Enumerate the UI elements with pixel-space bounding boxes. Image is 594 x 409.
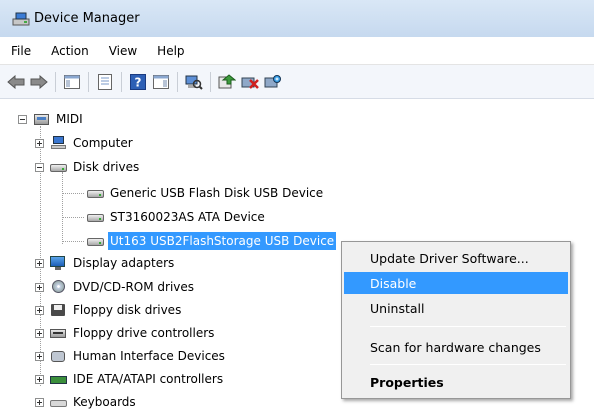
- floppy-controller-icon: [49, 326, 67, 340]
- tree-label: IDE ATA/ATAPI controllers: [73, 372, 224, 386]
- help-icon[interactable]: ?: [128, 72, 148, 92]
- tree-node-floppy-controllers[interactable]: Floppy drive controllers: [35, 322, 216, 344]
- expand-icon[interactable]: [35, 258, 44, 268]
- toolbar-separator: [210, 71, 211, 92]
- menu-separator: [370, 364, 566, 365]
- menu-separator: [370, 326, 566, 327]
- keyboard-icon: [49, 395, 67, 409]
- dvd-drive-icon: [49, 280, 67, 294]
- toolbar-separator: [55, 71, 56, 92]
- tree-label: Human Interface Devices: [73, 349, 225, 363]
- tree-node-device[interactable]: ST3160023AS ATA Device: [86, 206, 267, 228]
- toolbar-separator: [88, 71, 89, 92]
- computer-root-icon: [32, 112, 50, 126]
- title-bar: Device Manager: [0, 0, 594, 37]
- tree-node-device-selected[interactable]: Ut163 USB2FlashStorage USB Device: [86, 230, 337, 252]
- menu-item-disable[interactable]: Disable: [344, 272, 568, 294]
- floppy-disk-icon: [49, 303, 67, 317]
- uninstall-icon[interactable]: [240, 72, 260, 92]
- tree-node-dvd-drives[interactable]: DVD/CD-ROM drives: [35, 276, 196, 298]
- hid-icon: [49, 349, 67, 363]
- tree-label: Floppy drive controllers: [73, 326, 215, 340]
- tree-label: ST3160023AS ATA Device: [110, 210, 265, 224]
- enable-device-icon[interactable]: [263, 72, 283, 92]
- tree-connector: [62, 193, 84, 194]
- tree-connector: [62, 172, 63, 244]
- menu-item-update-driver[interactable]: Update Driver Software...: [344, 247, 568, 269]
- tree-label-selected: Ut163 USB2FlashStorage USB Device: [108, 232, 337, 250]
- tree-label: DVD/CD-ROM drives: [73, 280, 195, 294]
- properties-icon[interactable]: [95, 72, 115, 92]
- collapse-icon[interactable]: [18, 114, 27, 124]
- display-adapter-icon: [49, 256, 67, 270]
- tree-label: MIDI: [56, 112, 83, 126]
- tree-node-keyboards[interactable]: Keyboards: [35, 391, 138, 409]
- expand-icon[interactable]: [35, 351, 44, 361]
- toolbar-separator: [121, 71, 122, 92]
- device-manager-icon: [12, 11, 30, 27]
- menu-item-uninstall[interactable]: Uninstall: [344, 297, 568, 319]
- disk-drive-icon: [86, 234, 104, 248]
- window-title: Device Manager: [34, 11, 140, 26]
- menu-action[interactable]: Action: [49, 42, 91, 60]
- tree-label: Keyboards: [73, 395, 136, 409]
- menu-item-properties[interactable]: Properties: [344, 371, 568, 393]
- tree-node-display-adapters[interactable]: Display adapters: [35, 252, 176, 274]
- tree-label: Computer: [73, 136, 133, 150]
- ide-controller-icon: [49, 372, 67, 386]
- tree-connector: [62, 217, 84, 218]
- menu-file[interactable]: File: [9, 42, 33, 60]
- show-hide-console-tree-icon[interactable]: [62, 72, 82, 92]
- tree-connector: [62, 241, 84, 242]
- tree-node-computer[interactable]: Computer: [35, 132, 135, 154]
- action-pane-icon[interactable]: [151, 72, 171, 92]
- disk-drive-icon: [86, 186, 104, 200]
- tree-node-floppy-disk-drives[interactable]: Floppy disk drives: [35, 299, 183, 321]
- svg-text:?: ?: [135, 75, 142, 89]
- back-icon[interactable]: [6, 72, 26, 92]
- menu-view[interactable]: View: [107, 42, 139, 60]
- expand-icon[interactable]: [35, 374, 44, 384]
- expand-icon[interactable]: [35, 397, 44, 407]
- tree-label: Floppy disk drives: [73, 303, 182, 317]
- menu-item-scan-hardware[interactable]: Scan for hardware changes: [344, 336, 568, 358]
- forward-icon[interactable]: [29, 72, 49, 92]
- update-driver-icon[interactable]: [217, 72, 237, 92]
- expand-icon[interactable]: [35, 328, 44, 338]
- toolbar-separator: [177, 71, 178, 92]
- tree-label: Disk drives: [73, 160, 140, 174]
- tree-label: Display adapters: [73, 256, 175, 270]
- collapse-icon[interactable]: [35, 162, 44, 172]
- expand-icon[interactable]: [35, 282, 44, 292]
- tree-node-root[interactable]: MIDI: [18, 108, 85, 130]
- disk-drive-icon: [86, 210, 104, 224]
- context-menu: Update Driver Software... Disable Uninst…: [341, 241, 571, 399]
- tree-node-ide[interactable]: IDE ATA/ATAPI controllers: [35, 368, 225, 390]
- toolbar: ?: [0, 65, 594, 99]
- expand-icon[interactable]: [35, 305, 44, 315]
- tree-node-disk-drives[interactable]: Disk drives: [35, 156, 141, 178]
- expand-icon[interactable]: [35, 138, 44, 148]
- tree-label: Generic USB Flash Disk USB Device: [110, 186, 324, 200]
- menu-bar: File Action View Help: [0, 37, 594, 65]
- computer-icon: [49, 136, 67, 150]
- disk-drive-icon: [49, 160, 67, 174]
- tree-node-hid[interactable]: Human Interface Devices: [35, 345, 227, 367]
- tree-node-device[interactable]: Generic USB Flash Disk USB Device: [86, 182, 325, 204]
- menu-help[interactable]: Help: [155, 42, 186, 60]
- scan-hardware-icon[interactable]: [184, 72, 204, 92]
